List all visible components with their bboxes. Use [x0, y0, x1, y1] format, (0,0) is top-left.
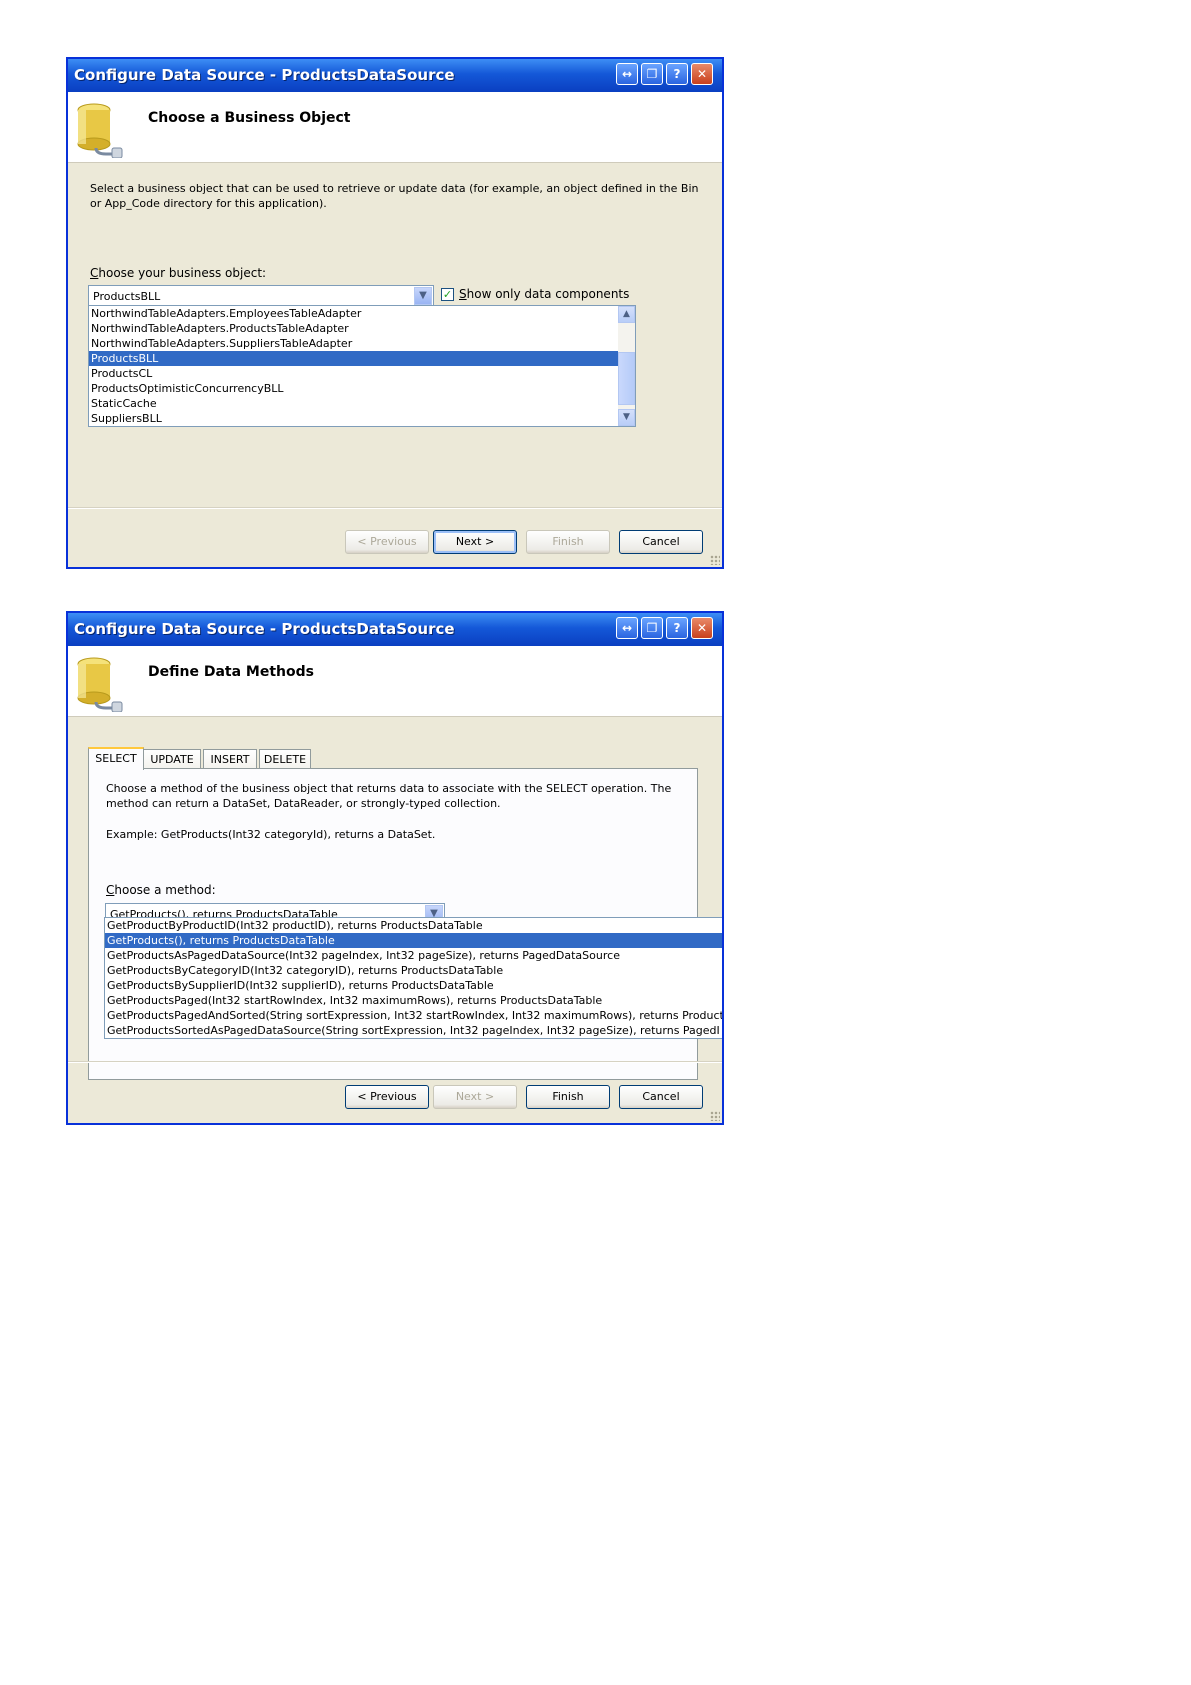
list-item[interactable]: GetProductsAsPagedDataSource(Int32 pageI… [105, 948, 722, 963]
scroll-up-icon[interactable]: ▲ [618, 306, 635, 323]
help-icon[interactable]: ? [666, 63, 688, 85]
window-title: Configure Data Source - ProductsDataSour… [74, 620, 455, 638]
description-text: Select a business object that can be use… [90, 182, 699, 210]
wizard-header: Choose a Business Object [68, 92, 722, 163]
cancel-button[interactable]: Cancel [619, 530, 703, 554]
list-item[interactable]: GetProducts(), returns ProductsDataTable [105, 933, 722, 948]
close-icon[interactable]: ✕ [691, 63, 713, 85]
title-bar[interactable]: Configure Data Source - ProductsDataSour… [68, 613, 722, 646]
example-text: Example: GetProducts(Int32 categoryId), … [106, 828, 436, 841]
restore-icon[interactable]: ❐ [641, 63, 663, 85]
method-description: Choose a method of the business object t… [106, 782, 672, 810]
list-item[interactable]: ProductsOptimisticConcurrencyBLL [89, 381, 635, 396]
context-icon[interactable]: ↔ [616, 617, 638, 639]
list-item[interactable]: GetProductsBySupplierID(Int32 supplierID… [105, 978, 722, 993]
database-plug-icon [77, 103, 123, 158]
list-item[interactable]: StaticCache [89, 396, 635, 411]
list-item[interactable]: NorthwindTableAdapters.ProductsTableAdap… [89, 321, 635, 336]
next-button[interactable]: Next > [433, 1085, 517, 1109]
list-item[interactable]: GetProductByProductID(Int32 productID), … [105, 918, 722, 933]
tab-update[interactable]: UPDATE [143, 749, 201, 769]
close-icon[interactable]: ✕ [691, 617, 713, 639]
scroll-thumb[interactable] [618, 352, 635, 405]
tab-delete[interactable]: DELETE [259, 749, 311, 769]
business-object-label: Choose your business object: [90, 266, 266, 280]
previous-button[interactable]: < Previous [345, 530, 429, 554]
configure-data-source-dialog-2: Configure Data Source - ProductsDataSour… [66, 611, 724, 1125]
configure-data-source-dialog-1: Configure Data Source - ProductsDataSour… [66, 57, 724, 569]
checkmark-icon: ✓ [442, 288, 453, 301]
next-button[interactable]: Next > [433, 530, 517, 554]
wizard-header: Define Data Methods [68, 646, 722, 717]
list-item[interactable]: GetProductsByCategoryID(Int32 categoryID… [105, 963, 722, 978]
resize-grip[interactable] [710, 555, 720, 565]
header-title: Choose a Business Object [148, 110, 351, 126]
list-item[interactable]: SuppliersBLL [89, 411, 635, 426]
combo-value: ProductsBLL [93, 290, 161, 303]
title-bar[interactable]: Configure Data Source - ProductsDataSour… [68, 59, 722, 92]
business-object-list[interactable]: NorthwindTableAdapters.EmployeesTableAda… [88, 305, 636, 427]
vertical-scrollbar[interactable]: ▲ ▼ [618, 306, 635, 426]
finish-button[interactable]: Finish [526, 530, 610, 554]
dropdown-arrow-icon[interactable]: ▼ [414, 287, 432, 305]
help-icon[interactable]: ? [666, 617, 688, 639]
label-text: hoose a method: [114, 883, 216, 897]
checkbox-access-key: S [459, 287, 467, 301]
checkbox-label-text: how only data components [466, 287, 630, 301]
method-dropdown-list[interactable]: GetProductByProductID(Int32 productID), … [104, 917, 722, 1039]
tab-select[interactable]: SELECT [88, 747, 144, 770]
footer-separator [68, 1061, 722, 1063]
list-item[interactable]: GetProductsPagedAndSorted(String sortExp… [105, 1008, 722, 1023]
list-items: NorthwindTableAdapters.EmployeesTableAda… [89, 306, 635, 426]
cancel-button[interactable]: Cancel [619, 1085, 703, 1109]
list-item[interactable]: GetProductsSortedAsPagedDataSource(Strin… [105, 1023, 722, 1038]
show-only-data-components-checkbox[interactable]: ✓ [441, 288, 454, 301]
business-object-combo[interactable]: ProductsBLL ▼ [88, 285, 434, 307]
footer-separator [68, 507, 722, 509]
restore-icon[interactable]: ❐ [641, 617, 663, 639]
label-text: hoose your business object: [98, 266, 267, 280]
list-items: GetProductByProductID(Int32 productID), … [105, 918, 722, 1038]
context-icon[interactable]: ↔ [616, 63, 638, 85]
method-label: Choose a method: [106, 883, 216, 897]
list-item[interactable]: GetProductsPaged(Int32 startRowIndex, In… [105, 993, 722, 1008]
resize-grip[interactable] [710, 1111, 720, 1121]
list-item[interactable]: ProductsBLL [89, 351, 635, 366]
list-item[interactable]: NorthwindTableAdapters.EmployeesTableAda… [89, 306, 635, 321]
header-title: Define Data Methods [148, 664, 314, 680]
show-only-data-components-label[interactable]: Show only data components [459, 287, 629, 301]
window-title: Configure Data Source - ProductsDataSour… [74, 66, 455, 84]
database-plug-icon [77, 657, 123, 712]
scroll-down-icon[interactable]: ▼ [618, 409, 635, 426]
list-item[interactable]: NorthwindTableAdapters.SuppliersTableAda… [89, 336, 635, 351]
tab-insert[interactable]: INSERT [203, 749, 257, 769]
finish-button[interactable]: Finish [526, 1085, 610, 1109]
list-item[interactable]: ProductsCL [89, 366, 635, 381]
previous-button[interactable]: < Previous [345, 1085, 429, 1109]
